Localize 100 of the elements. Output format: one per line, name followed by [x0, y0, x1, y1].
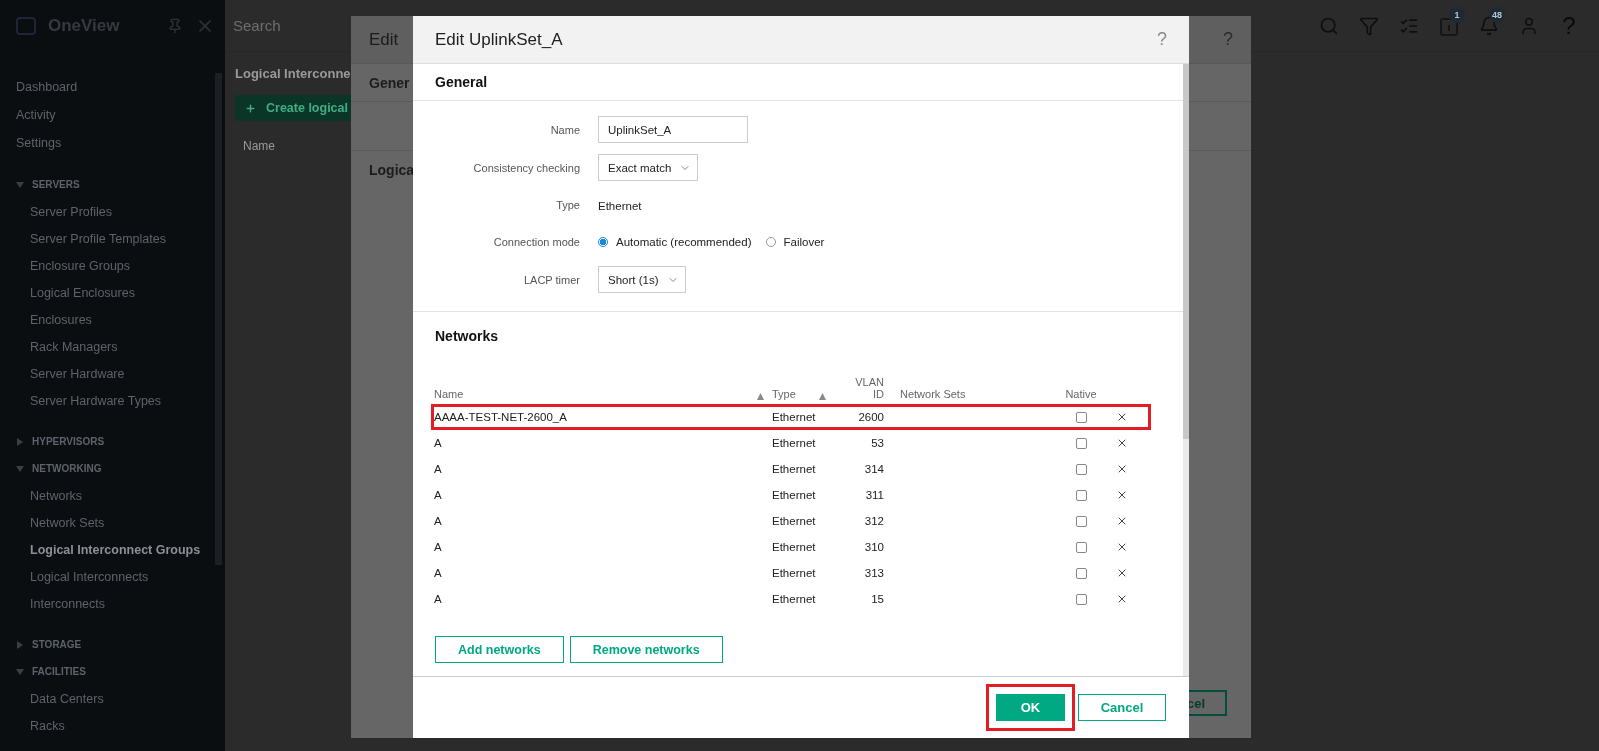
remove-networks-button[interactable]: Remove networks: [569, 636, 723, 663]
sidebar-item[interactable]: Networks: [0, 482, 225, 509]
field-label: Type: [555, 199, 580, 211]
sidebar-item[interactable]: Enclosures: [0, 306, 225, 333]
section-label: NETWORKING: [32, 463, 102, 474]
help-button[interactable]: ?: [1223, 29, 1233, 50]
table-cell-text: Ethernet: [772, 489, 817, 501]
checkbox[interactable]: [1075, 541, 1087, 553]
table-row[interactable]: A Ethernet 313: [431, 560, 1151, 586]
remove-icon[interactable]: [1116, 593, 1128, 605]
scrollbar[interactable]: [1183, 64, 1189, 676]
ok-button[interactable]: OK: [996, 694, 1065, 721]
table-row[interactable]: A Ethernet 312: [431, 508, 1151, 534]
sort-icon[interactable]: [819, 393, 826, 400]
sidebar-item[interactable]: Dashboard: [0, 73, 225, 101]
table-row[interactable]: AAAA-TEST-NET-2600_A Ethernet 2600: [431, 404, 1151, 430]
logo-icon: [16, 17, 36, 35]
radio-button[interactable]: [598, 237, 608, 247]
section-label: FACILITIES: [32, 666, 86, 677]
table-cell-text: Ethernet: [772, 567, 817, 579]
table-row[interactable]: A Ethernet 53: [431, 430, 1151, 456]
section-heading: General: [434, 73, 489, 92]
sidebar-section[interactable]: FACILITIES: [0, 658, 225, 685]
table-row[interactable]: A Ethernet 310: [431, 534, 1151, 560]
remove-icon[interactable]: [1116, 437, 1128, 449]
checkbox[interactable]: [1075, 593, 1087, 605]
sidebar-item[interactable]: Data Centers: [0, 685, 225, 712]
name-input[interactable]: UplinkSet_A: [598, 116, 748, 143]
sidebar-item[interactable]: Logical Interconnects: [0, 563, 225, 590]
sidebar-item[interactable]: Network Sets: [0, 509, 225, 536]
user-icon: [1519, 15, 1539, 36]
table-cell-text: 314: [863, 463, 884, 475]
section-label: HYPERVISORS: [32, 436, 105, 447]
search-icon: [1319, 15, 1339, 36]
page-title: Logical Interconne: [235, 66, 352, 81]
section-heading: Networks: [434, 327, 500, 346]
table-cell-text: 53: [870, 437, 884, 449]
sidebar-item[interactable]: Settings: [0, 129, 225, 157]
checkbox[interactable]: [1075, 463, 1087, 475]
sidebar-item[interactable]: Interconnects: [0, 590, 225, 617]
sidebar-item[interactable]: Activity: [0, 101, 225, 129]
table-cell-text: Ethernet: [772, 541, 817, 553]
sidebar-item[interactable]: Server Profile Templates: [0, 225, 225, 252]
table-cell-text: 312: [863, 515, 884, 527]
sidebar-section[interactable]: NETWORKING: [0, 455, 225, 482]
expanded-triangle-icon: [16, 180, 24, 189]
sidebar-item[interactable]: Server Profiles: [0, 198, 225, 225]
collapsed-triangle-icon: [16, 640, 24, 649]
checkbox[interactable]: [1075, 489, 1087, 501]
sidebar-item[interactable]: Racks: [0, 712, 225, 739]
dialog-title: Edit UplinkSet_A: [435, 29, 564, 50]
column-header[interactable]: Type: [772, 388, 834, 404]
sidebar-item[interactable]: Logical Enclosures: [0, 279, 225, 306]
expanded-triangle-icon: [16, 667, 24, 676]
section-label: SERVERS: [32, 179, 80, 190]
table-cell-text: 15: [870, 593, 884, 605]
remove-icon[interactable]: [1116, 489, 1128, 501]
column-header: Name: [243, 139, 276, 153]
sidebar-section[interactable]: SERVERS: [0, 171, 225, 198]
table-row[interactable]: A Ethernet 15: [431, 586, 1151, 612]
checkbox[interactable]: [1075, 437, 1087, 449]
checkbox[interactable]: [1075, 411, 1087, 423]
remove-icon[interactable]: [1116, 541, 1128, 553]
remove-icon[interactable]: [1116, 515, 1128, 527]
sidebar-item[interactable]: Server Hardware Types: [0, 387, 225, 414]
sidebar-item[interactable]: Logical Interconnect Groups: [0, 536, 225, 563]
add-networks-button[interactable]: Add networks: [435, 636, 564, 663]
sidebar-section[interactable]: STORAGE: [0, 631, 225, 658]
sidebar-item[interactable]: Server Hardware: [0, 360, 225, 387]
sidebar-item[interactable]: Enclosure Groups: [0, 252, 225, 279]
table-cell-text: 313: [863, 567, 884, 579]
table-row[interactable]: A Ethernet 311: [431, 482, 1151, 508]
remove-icon[interactable]: [1116, 463, 1128, 475]
checkbox[interactable]: [1075, 567, 1087, 579]
radio-option[interactable]: Automatic (recommended): [598, 236, 752, 248]
sort-icon[interactable]: [757, 393, 764, 400]
table-cell-text: Ethernet: [772, 411, 817, 423]
radio-option[interactable]: Failover: [765, 236, 825, 248]
dialog-title: Edit: [369, 29, 399, 50]
help-button[interactable]: ?: [1157, 29, 1167, 50]
table-cell-text: A: [434, 489, 443, 501]
table-row[interactable]: A Ethernet 314: [431, 456, 1151, 482]
checkbox[interactable]: [1075, 515, 1087, 527]
collapsed-triangle-icon: [16, 437, 24, 446]
radio-button[interactable]: [765, 237, 776, 247]
table-cell-text: 2600: [857, 411, 884, 423]
section-label: STORAGE: [32, 639, 82, 650]
cancel-button[interactable]: Cancel: [1078, 694, 1166, 721]
field-value: Ethernet: [598, 200, 642, 212]
column-header[interactable]: Name: [434, 388, 772, 404]
sidebar-item[interactable]: Rack Managers: [0, 333, 225, 360]
field-label: Connection mode: [492, 236, 580, 248]
column-header: Native: [1064, 388, 1098, 402]
remove-icon[interactable]: [1116, 567, 1128, 579]
count-badge: 1: [1449, 6, 1465, 23]
dropdown[interactable]: Short (1s): [598, 266, 686, 293]
dropdown[interactable]: Exact match: [598, 154, 699, 181]
table-cell-text: A: [434, 515, 443, 527]
sidebar-section[interactable]: HYPERVISORS: [0, 428, 225, 455]
remove-icon[interactable]: [1116, 411, 1128, 423]
